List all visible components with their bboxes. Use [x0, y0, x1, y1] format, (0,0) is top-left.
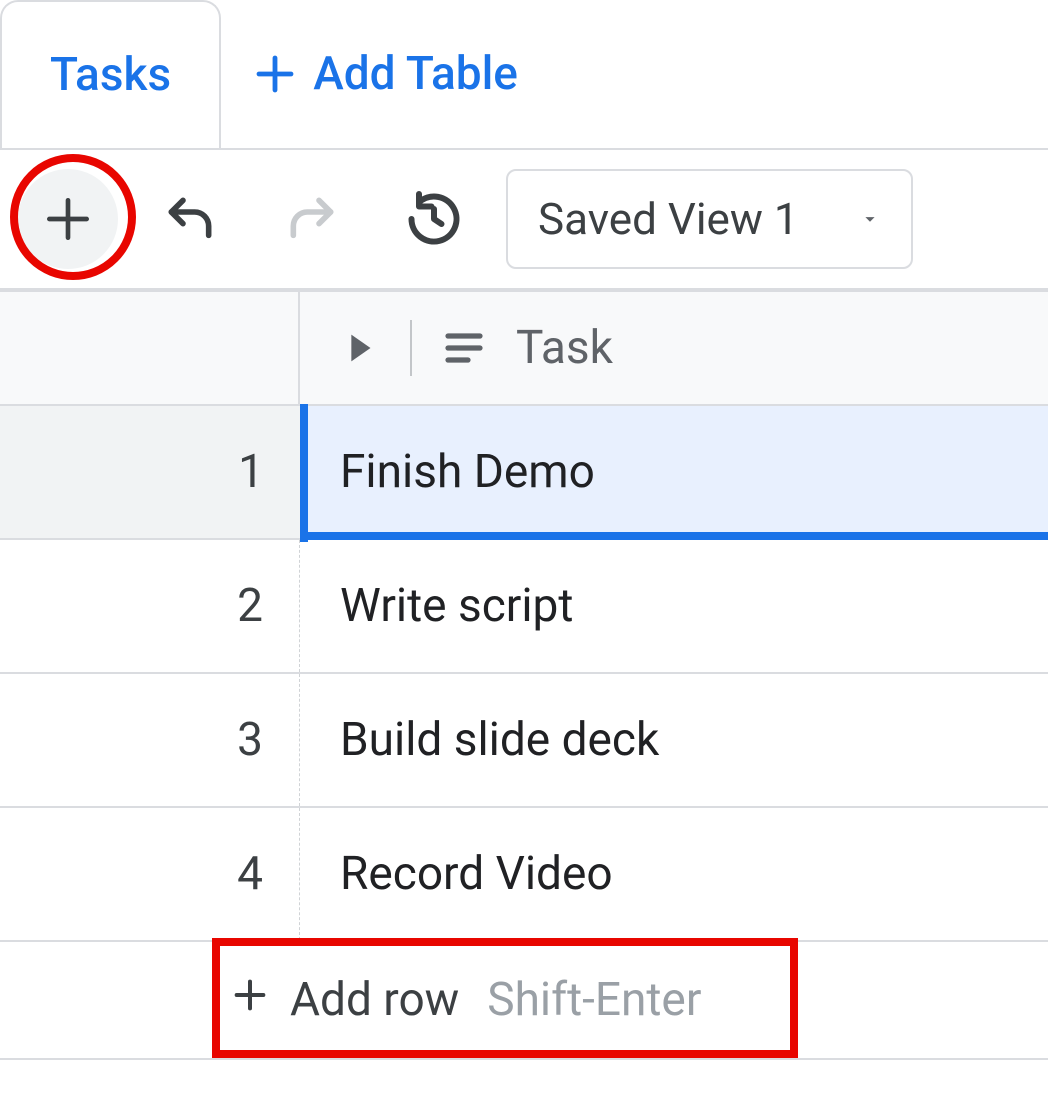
- plus-icon: [251, 50, 299, 98]
- table-row[interactable]: 3Build slide deck: [0, 674, 1048, 808]
- select-all-cell[interactable]: [0, 292, 300, 404]
- separator: [410, 320, 412, 376]
- expand-icon: [336, 325, 382, 371]
- add-table-label: Add Table: [313, 47, 518, 101]
- tab-tasks[interactable]: Tasks: [0, 0, 221, 148]
- row-number-cell[interactable]: 1: [0, 406, 300, 538]
- plus-icon: [40, 191, 96, 247]
- version-history-button[interactable]: [384, 169, 484, 269]
- redo-button[interactable]: [262, 169, 362, 269]
- row-number-cell[interactable]: 2: [0, 540, 300, 672]
- add-row-label: Add row: [290, 973, 459, 1027]
- tab-tasks-label: Tasks: [50, 48, 171, 102]
- task-cell[interactable]: Finish Demo: [300, 406, 1048, 538]
- chevron-down-icon: [859, 208, 881, 230]
- task-cell[interactable]: Record Video: [300, 808, 1048, 940]
- row-number-cell[interactable]: 4: [0, 808, 300, 940]
- undo-icon: [162, 191, 218, 247]
- history-icon: [404, 189, 464, 249]
- toolbar: Saved View 1: [0, 148, 1048, 290]
- task-cell[interactable]: Write script: [300, 540, 1048, 672]
- undo-button[interactable]: [140, 169, 240, 269]
- row-number-cell[interactable]: 3: [0, 674, 300, 806]
- add-row-button[interactable]: Add row Shift-Enter: [0, 942, 1048, 1060]
- table-row[interactable]: 1Finish Demo: [0, 406, 1048, 540]
- text-column-icon: [440, 324, 488, 372]
- add-row-hint: Shift-Enter: [487, 973, 701, 1027]
- saved-view-selector[interactable]: Saved View 1: [506, 169, 913, 269]
- task-cell[interactable]: Build slide deck: [300, 674, 1048, 806]
- saved-view-label: Saved View 1: [538, 193, 799, 245]
- new-row-button[interactable]: [18, 169, 118, 269]
- table: Task 1Finish Demo2Write script3Build sli…: [0, 290, 1048, 1060]
- column-header-task[interactable]: Task: [300, 292, 1048, 404]
- table-row[interactable]: 2Write script: [0, 540, 1048, 674]
- table-row[interactable]: 4Record Video: [0, 808, 1048, 942]
- plus-icon: [230, 973, 270, 1027]
- table-header-row: Task: [0, 292, 1048, 406]
- column-header-label: Task: [516, 321, 613, 375]
- add-table-button[interactable]: Add Table: [221, 0, 584, 148]
- redo-icon: [284, 191, 340, 247]
